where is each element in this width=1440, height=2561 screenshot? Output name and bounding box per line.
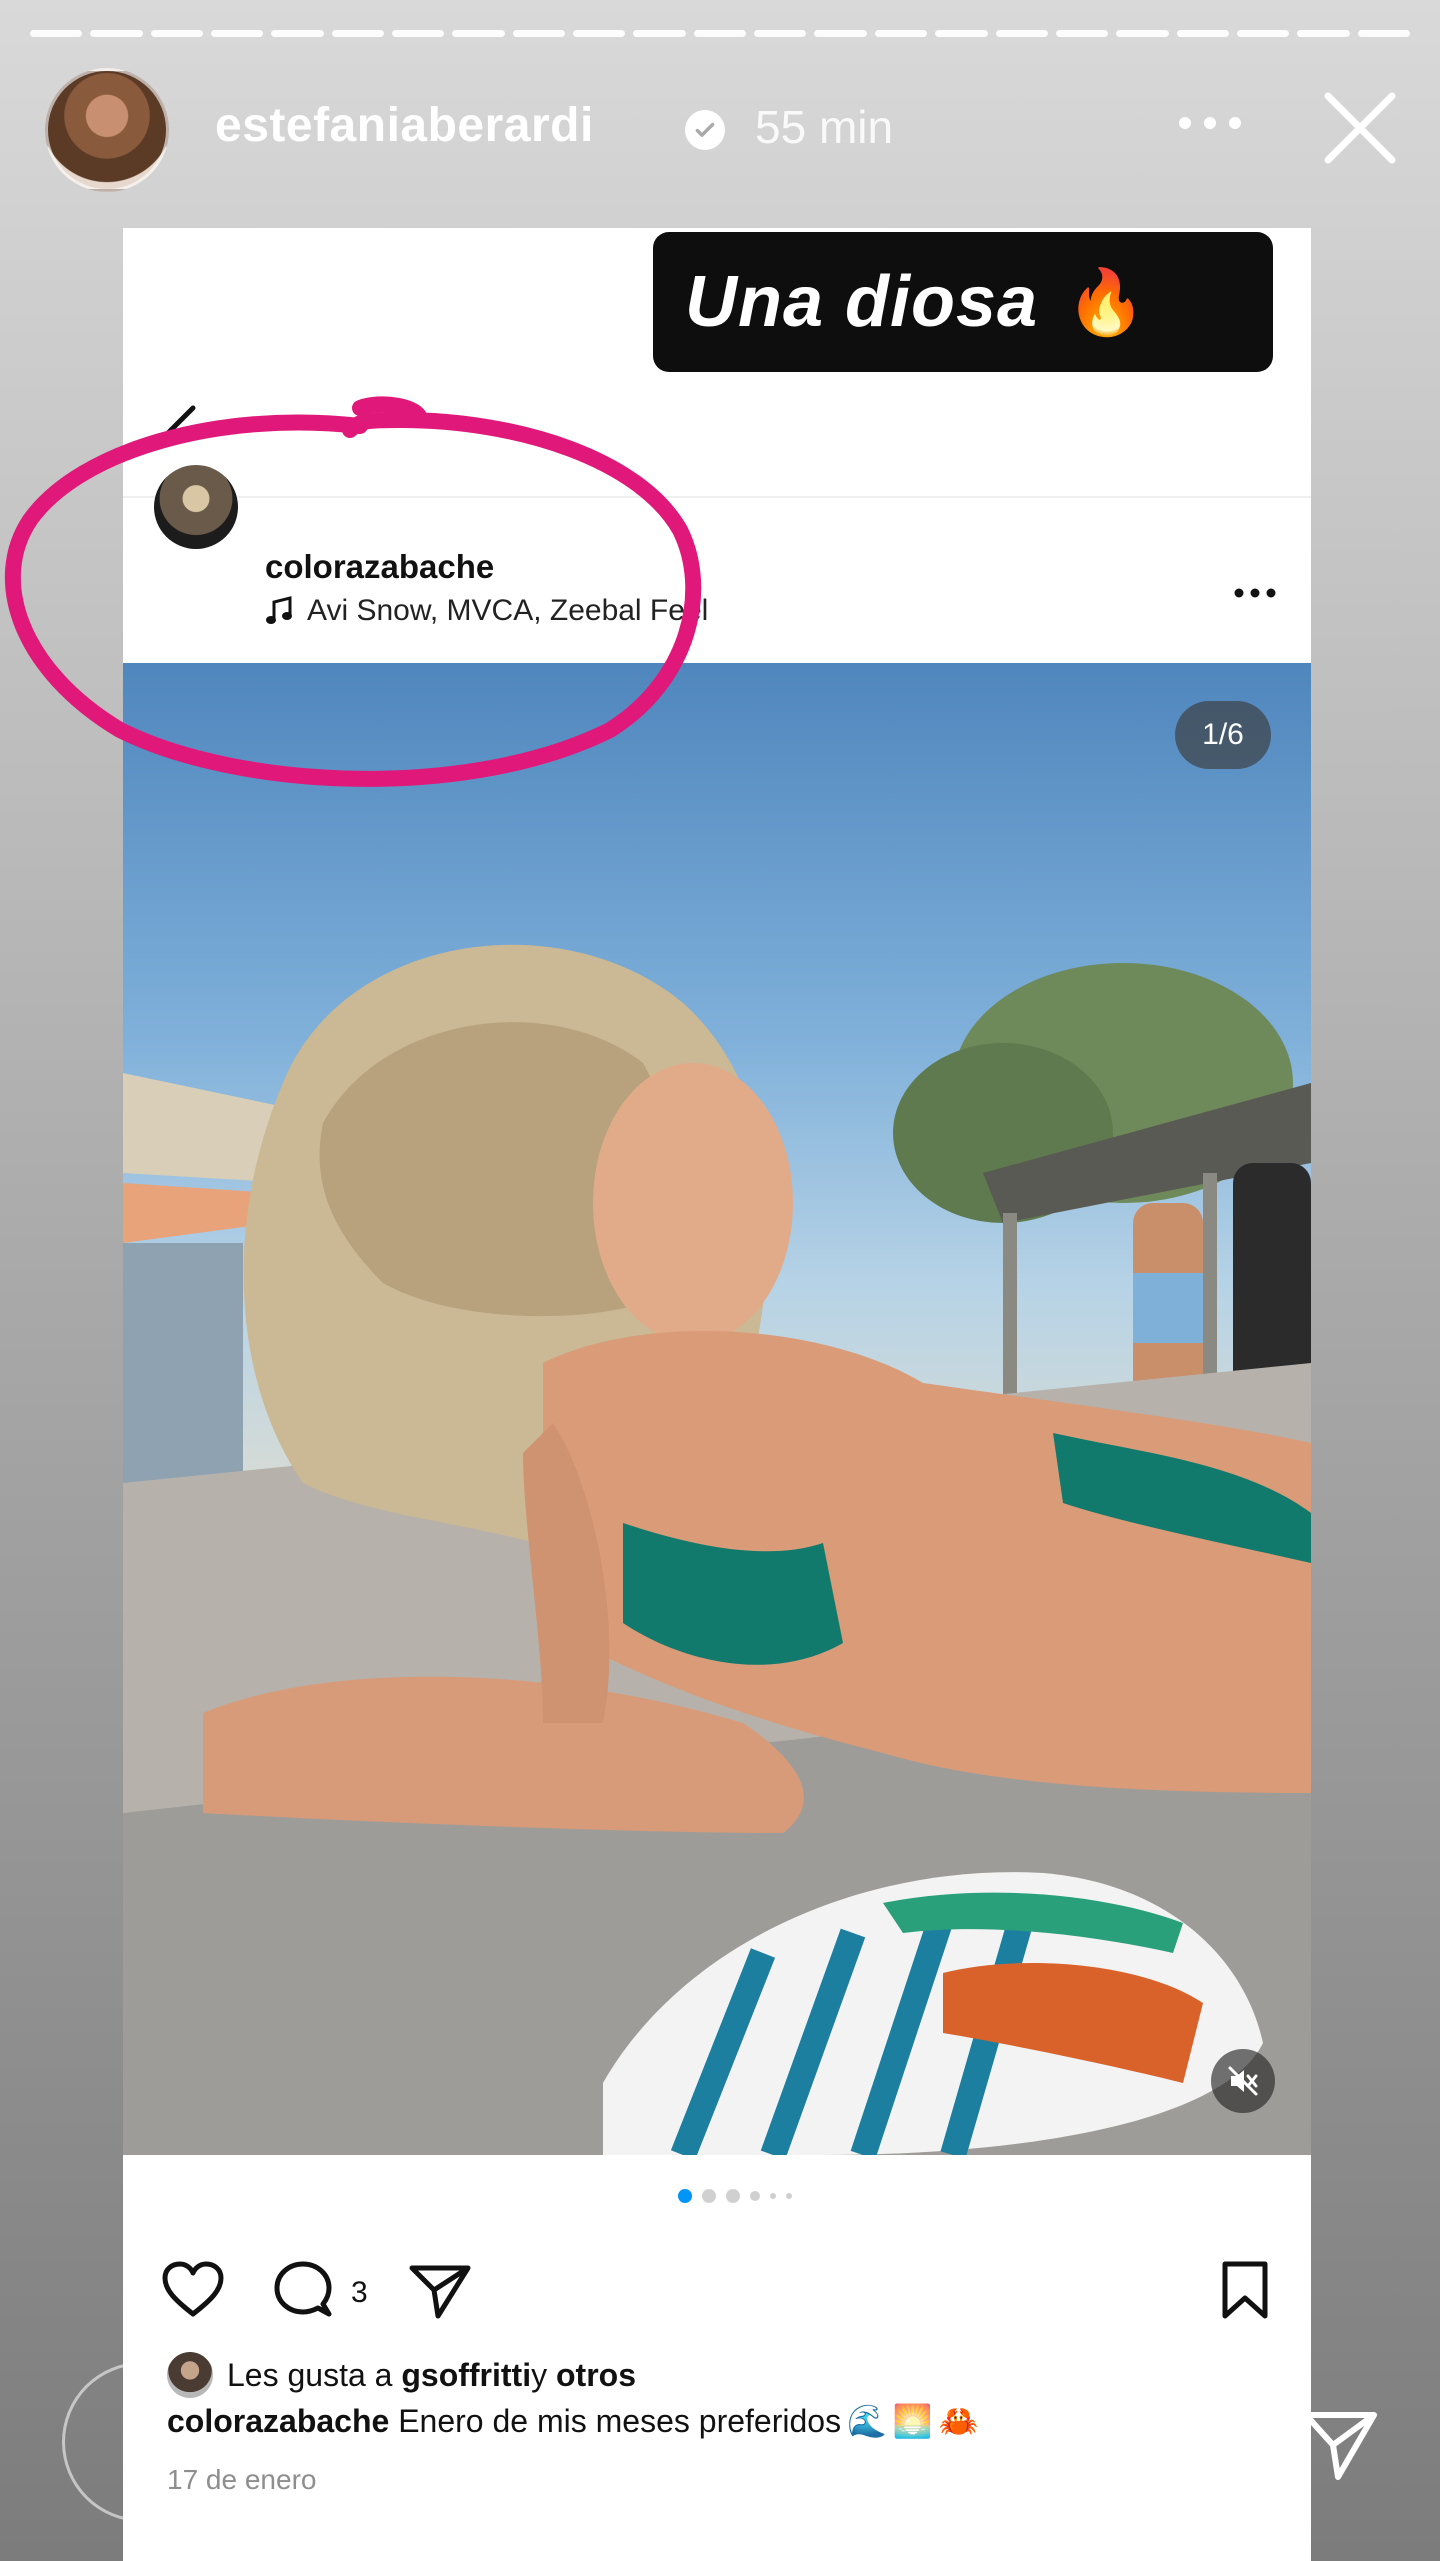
progress-segment: [1176, 30, 1229, 37]
likes-others[interactable]: otros: [556, 2357, 636, 2394]
more-dots-icon[interactable]: [1175, 108, 1245, 138]
liker-avatar: [167, 2352, 213, 2398]
post-photo[interactable]: 1/6: [123, 663, 1311, 2155]
post-date: 17 de enero: [167, 2464, 317, 2495]
close-icon[interactable]: [1320, 88, 1400, 168]
progress-segment: [150, 30, 204, 37]
page-indicator: 1/6: [1175, 701, 1271, 769]
back-arrow-icon: [160, 405, 196, 441]
caption-username[interactable]: colorazabache: [167, 2403, 389, 2439]
heart-icon: [162, 2261, 224, 2317]
progress-segment: [1116, 30, 1169, 37]
progress-segment: [90, 30, 143, 37]
progress-segment: [935, 30, 988, 37]
likes-summary[interactable]: Les gusta a gsoffritti y otros: [167, 2350, 636, 2400]
post-caption: colorazabache Enero de mis meses preferi…: [167, 2402, 985, 2440]
progress-segment: [512, 30, 566, 37]
story-timestamp: 55 min: [755, 101, 894, 153]
verified-badge-icon: [685, 110, 725, 150]
progress-segment: [995, 30, 1048, 37]
like-button[interactable]: [161, 2260, 225, 2325]
progress-segment: [331, 30, 385, 37]
speaker-muted-icon: [1228, 2066, 1258, 2096]
send-icon[interactable]: [1300, 2405, 1380, 2485]
share-button[interactable]: [408, 2260, 472, 2325]
story-header: estefaniaberardi 55 min: [45, 68, 1405, 192]
caption-emojis: 🌊🌅🦀: [847, 2403, 985, 2439]
music-label: Avi Snow, MVCA, Zeebal Feel: [307, 594, 709, 627]
divider: [123, 496, 1311, 498]
music-note-icon: [266, 596, 292, 624]
likes-middle: y: [531, 2356, 548, 2393]
carousel-dots: [678, 2188, 792, 2204]
carousel-dot: [726, 2189, 740, 2203]
progress-segment: [1357, 30, 1410, 37]
progress-segment: [874, 30, 928, 37]
progress-segment: [452, 30, 505, 37]
save-button[interactable]: [1213, 2260, 1277, 2325]
fire-emoji: 🔥: [1066, 265, 1146, 338]
progress-segment: [633, 30, 686, 37]
post-music[interactable]: Avi Snow, MVCA, Zeebal Feel: [265, 594, 708, 628]
carousel-dot: [750, 2191, 760, 2201]
progress-segment: [392, 30, 445, 37]
post-more-icon[interactable]: [1231, 583, 1279, 603]
story-avatar[interactable]: [45, 68, 169, 192]
progress-segment: [754, 30, 807, 37]
post-action-bar: 3: [123, 2244, 1311, 2334]
progress-segment: [693, 30, 747, 37]
progress-segment: [30, 30, 83, 37]
progress-segment: [814, 30, 867, 37]
story-progress-bar: [30, 30, 1410, 37]
likes-user[interactable]: gsoffritti: [401, 2357, 531, 2394]
likes-prefix: Les gusta a: [227, 2356, 393, 2393]
progress-segment: [1297, 30, 1350, 37]
carousel-dot: [678, 2189, 692, 2203]
sticker-text: Una diosa: [685, 262, 1039, 342]
caption-text: Enero de mis meses preferidos: [389, 2403, 842, 2439]
comment-button[interactable]: [271, 2260, 335, 2325]
story-reply-field[interactable]: [62, 2362, 142, 2522]
carousel-dot: [786, 2193, 792, 2199]
post-avatar[interactable]: [154, 465, 238, 549]
text-sticker: Una diosa 🔥: [653, 232, 1273, 372]
progress-segment: [1055, 30, 1109, 37]
progress-segment: [1236, 30, 1290, 37]
photo-illustration: [123, 944, 1311, 2155]
progress-segment: [211, 30, 264, 37]
mute-button[interactable]: [1211, 2049, 1275, 2113]
carousel-dot: [702, 2189, 716, 2203]
comment-count: 3: [351, 2276, 368, 2309]
comment-bubble-icon: [274, 2261, 332, 2317]
send-icon: [409, 2265, 471, 2319]
progress-segment: [271, 30, 324, 37]
post-screenshot-card: colorazabache Avi Snow, MVCA, Zeebal Fee…: [123, 228, 1311, 2561]
bookmark-icon: [1222, 2261, 1268, 2319]
carousel-dot: [770, 2193, 776, 2199]
progress-segment: [573, 30, 626, 37]
story-username[interactable]: estefaniaberardi: [215, 98, 594, 153]
post-username[interactable]: colorazabache: [265, 548, 494, 586]
